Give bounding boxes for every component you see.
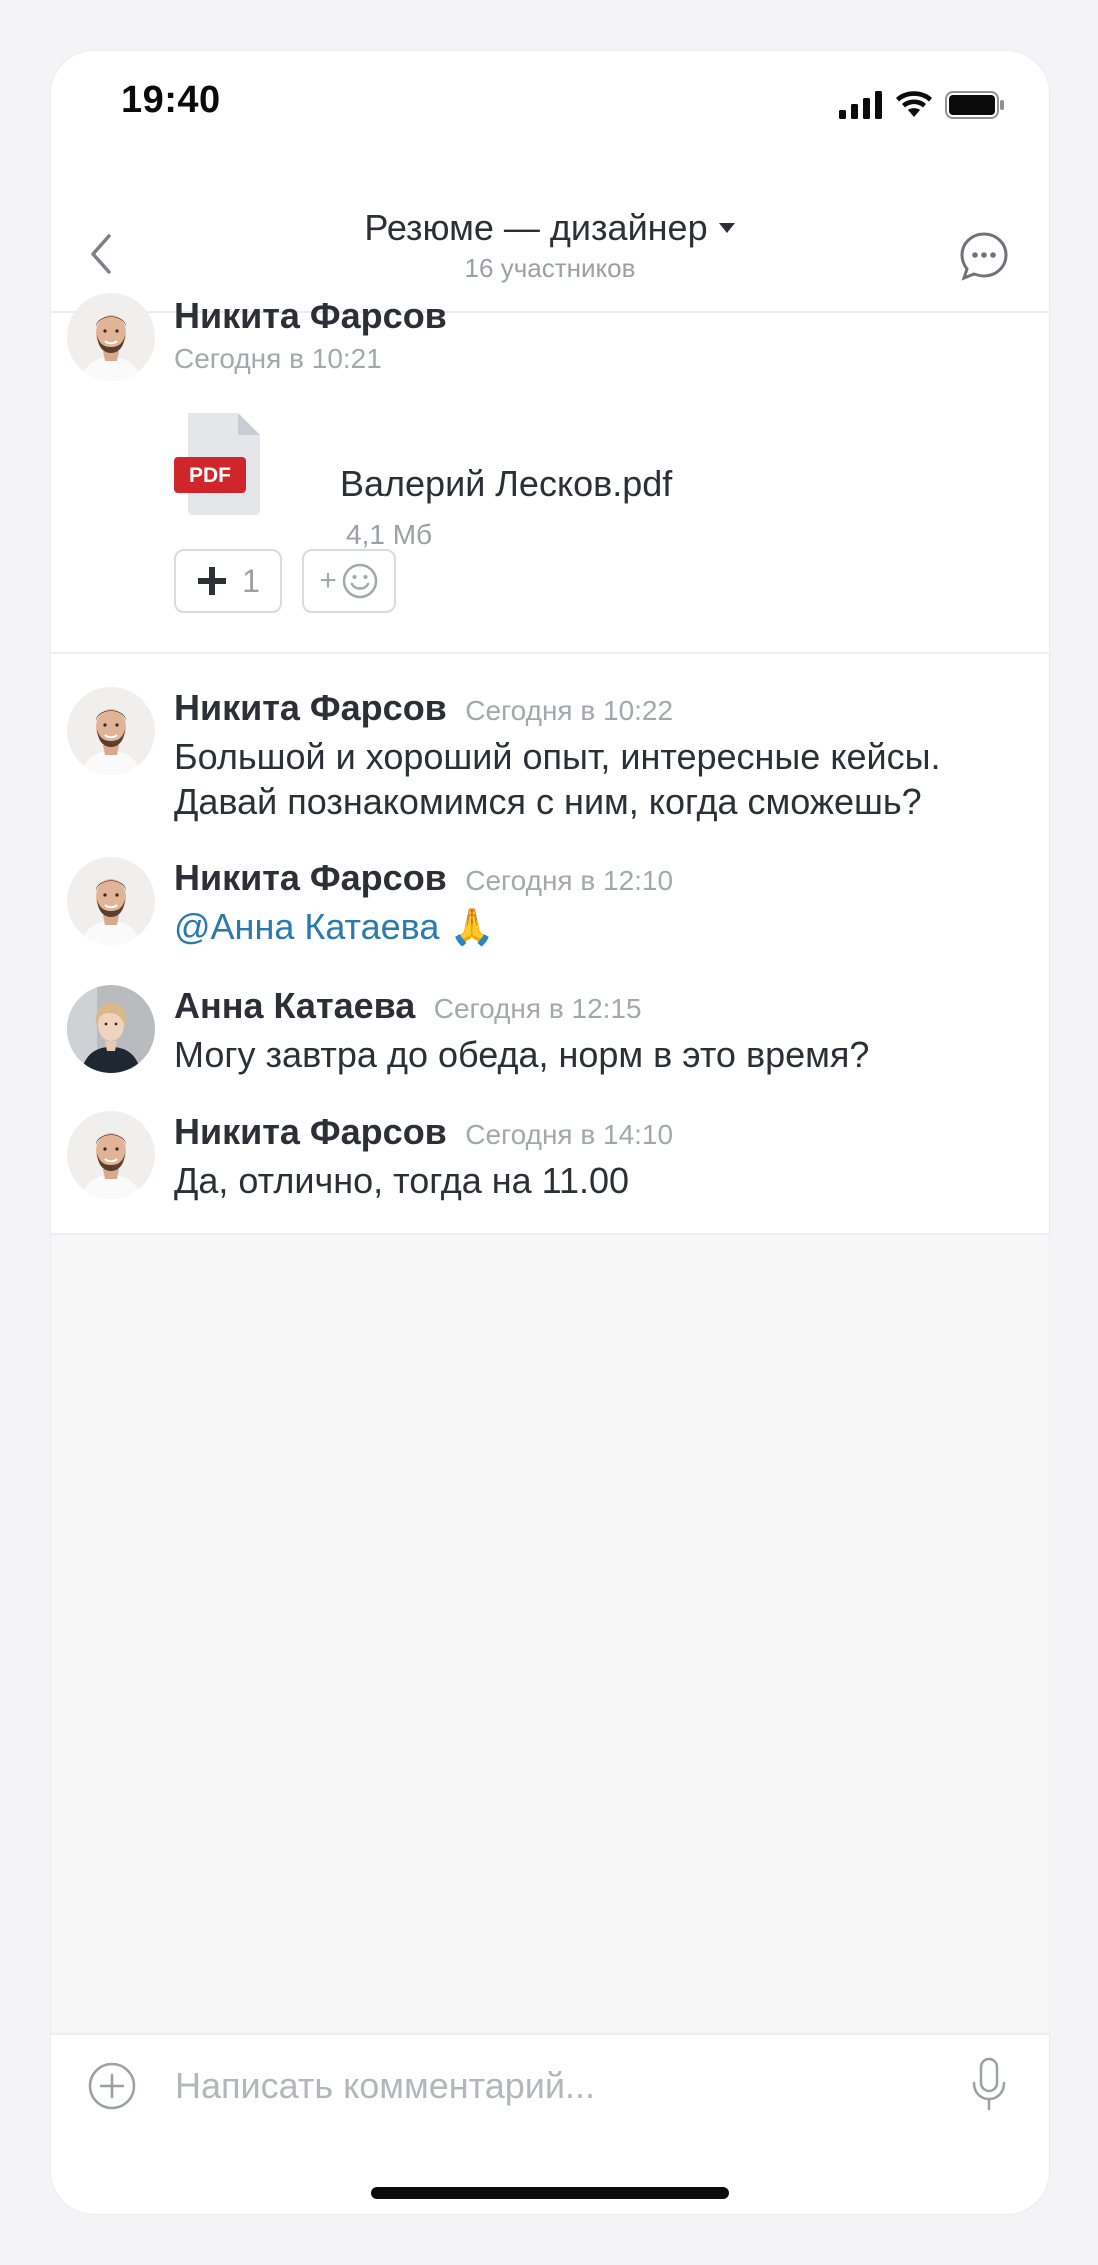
user-mention-link[interactable]: @Анна Катаева <box>174 906 439 947</box>
plus-icon <box>198 567 227 595</box>
smiley-icon <box>342 563 378 599</box>
message-timestamp: Сегодня в 12:10 <box>465 865 674 896</box>
add-reaction-plus: + <box>319 564 337 597</box>
chat-header: Резюме — дизайнер 16 участников <box>51 159 1049 313</box>
signal-icon <box>839 91 882 119</box>
reaction-plus-button[interactable]: 1 <box>174 549 282 613</box>
file-name[interactable]: Валерий Лесков.pdf <box>340 463 672 505</box>
status-time: 19:40 <box>121 79 221 121</box>
add-reaction-button[interactable]: + <box>302 549 396 613</box>
chat-bubble-button[interactable] <box>959 231 1009 281</box>
message-author[interactable]: Никита Фарсов <box>174 295 447 337</box>
message-author[interactable]: Никита Фарсов <box>174 687 447 728</box>
message-text-line: Большой и хороший опыт, интересные кейсы… <box>174 736 941 777</box>
message-text-line: Давай познакомимся с ним, когда сможешь? <box>174 781 922 822</box>
chat-title-block[interactable]: Резюме — дизайнер 16 участников <box>51 207 1049 284</box>
message-text: Большой и хороший опыт, интересные кейсы… <box>174 734 940 824</box>
chat-end-divider <box>51 1233 1049 1235</box>
battery-icon <box>945 91 1004 119</box>
home-indicator <box>371 2187 729 2199</box>
message-text: Да, отлично, тогда на 11.00 <box>174 1160 630 1201</box>
chat-bubble-icon <box>960 232 1008 281</box>
caret-down-icon[interactable] <box>718 222 736 234</box>
file-size: 4,1 Мб <box>346 519 433 550</box>
wifi-icon <box>896 91 932 117</box>
message-timestamp: Сегодня в 10:21 <box>174 343 382 374</box>
message-divider <box>51 652 1049 654</box>
message-author[interactable]: Анна Катаева <box>174 985 415 1026</box>
microphone-icon <box>972 2057 1006 2111</box>
comment-composer <box>51 2033 1049 2131</box>
message-timestamp: Сегодня в 10:22 <box>465 695 674 726</box>
reactions-bar: 1 + <box>174 549 396 613</box>
phone-screen: 19:40 Резюме — дизайнер 16 участников Ни… <box>50 50 1050 2215</box>
status-bar: 19:40 <box>51 51 1049 159</box>
message-text: @Анна Катаева 🙏 <box>174 904 494 949</box>
message-timestamp: Сегодня в 12:15 <box>433 993 642 1024</box>
pray-emoji: 🙏 <box>449 906 495 947</box>
pdf-file-icon: PDF <box>174 413 260 515</box>
avatar[interactable] <box>67 1111 155 1199</box>
message-timestamp: Сегодня в 14:10 <box>465 1119 674 1150</box>
message-text: Могу завтра до обеда, норм в это время? <box>174 1034 870 1075</box>
message-meta: Никита Фарсов Сегодня в 10:22 <box>174 687 673 729</box>
message-author[interactable]: Никита Фарсов <box>174 1111 447 1152</box>
bottom-safe-area <box>51 2129 1049 2214</box>
attach-button[interactable] <box>87 2061 137 2111</box>
message-meta: Никита Фарсов Сегодня в 14:10 <box>174 1111 673 1153</box>
avatar[interactable] <box>67 857 155 945</box>
status-icons <box>839 91 1005 119</box>
chat-title[interactable]: Резюме — дизайнер <box>364 207 707 249</box>
pdf-badge: PDF <box>189 464 231 487</box>
avatar[interactable] <box>67 687 155 775</box>
avatar[interactable] <box>67 293 155 381</box>
comment-input[interactable] <box>173 2053 877 2119</box>
message-meta: Анна Катаева Сегодня в 12:15 <box>174 985 642 1027</box>
avatar[interactable] <box>67 985 155 1073</box>
file-attachment[interactable]: PDF Валерий Лесков.pdf 4,1 Мб <box>174 411 774 571</box>
participants-count: 16 участников <box>464 253 636 283</box>
voice-button[interactable] <box>969 2057 1009 2113</box>
message-meta: Никита Фарсов Сегодня в 12:10 <box>174 857 673 899</box>
plus-circle-icon <box>88 2062 136 2110</box>
reaction-count: 1 <box>242 562 260 599</box>
message-author[interactable]: Никита Фарсов <box>174 857 447 898</box>
